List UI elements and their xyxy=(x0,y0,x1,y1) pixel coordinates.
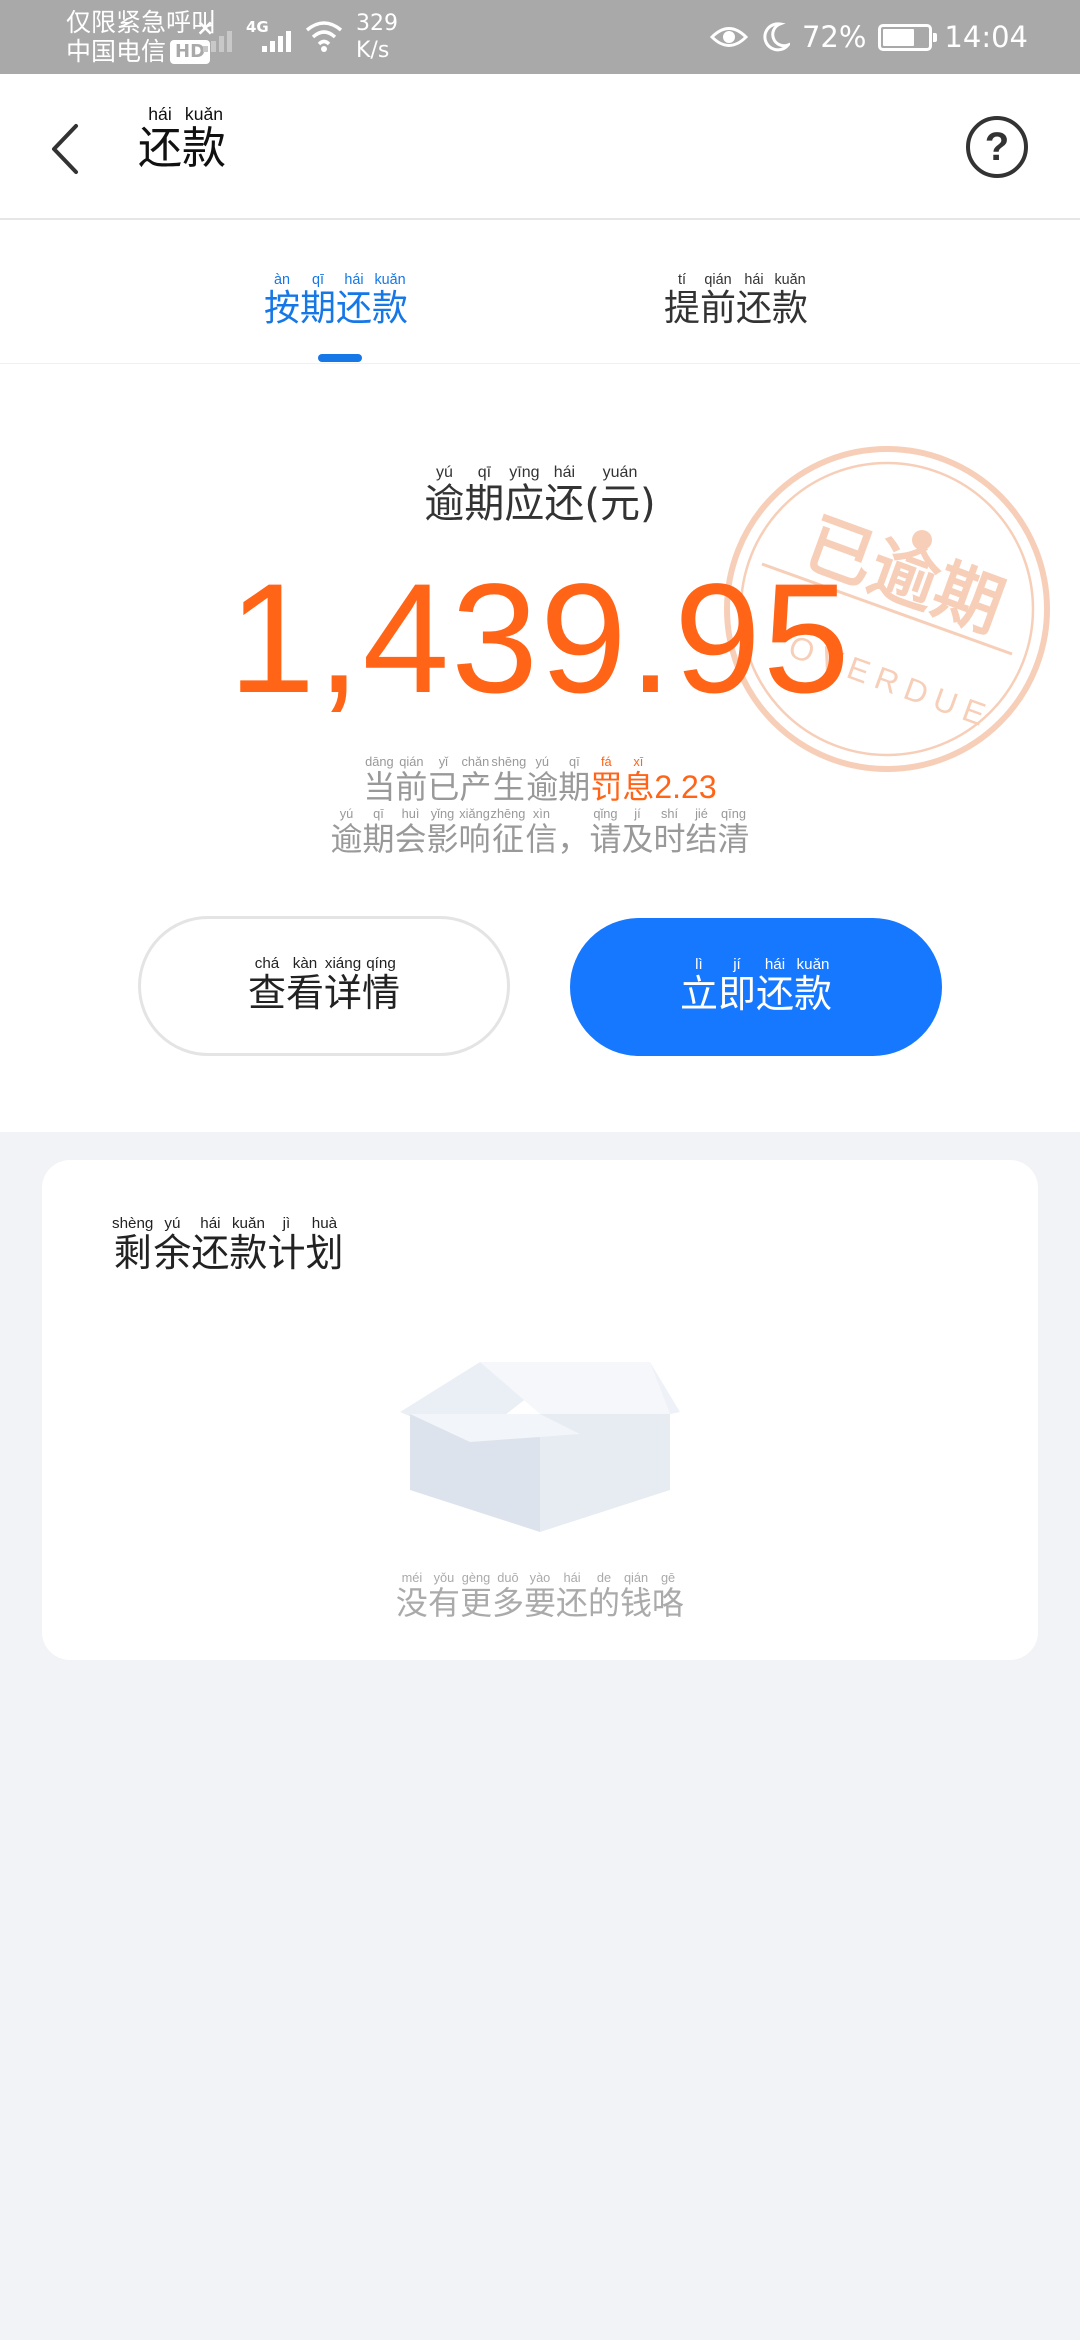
speed-value: 329 xyxy=(356,11,398,36)
speed-unit: K/s xyxy=(356,38,390,63)
network-speed: 329 K/s xyxy=(356,10,398,64)
status-bar: 仅限紧急呼叫 中国电信 HD × 4G 329 K/s 72% 14:04 xyxy=(0,0,1080,74)
penalty-word: 罚fá息xī xyxy=(590,754,655,806)
signal-icon xyxy=(203,31,232,52)
credit-warning: 逾yú期qī会huì影yǐng响xiǎng征zhēng信xìn，请qǐng及jí… xyxy=(330,806,750,858)
penalty-amount: 2.23 xyxy=(654,769,717,805)
app-header: 还hái款kuǎn ? xyxy=(0,74,1080,220)
signal-icon xyxy=(262,31,291,52)
chevron-left-icon[interactable] xyxy=(40,114,100,184)
overdue-summary: 已逾期 OVERDUE 逾yú期qī应yīng还hái(元yuán) 1,439… xyxy=(0,364,1080,1132)
overdue-amount: 1,439.95 xyxy=(228,552,852,726)
tab-installment-repayment[interactable]: 按àn期qī还hái款kuǎn xyxy=(264,272,408,331)
empty-plan-text: 没méi有yǒu更gèng多duō要yào还hái的de钱qián咯gē xyxy=(395,1570,685,1622)
help-circle-icon[interactable]: ? xyxy=(966,116,1028,178)
empty-box-icon xyxy=(400,1362,680,1532)
eye-icon xyxy=(709,27,748,47)
moon-icon xyxy=(763,22,790,52)
battery-percent: 72% xyxy=(801,20,867,54)
plan-title: 剩shèng余yú还hái款kuǎn计jì划huà xyxy=(112,1215,344,1275)
tab-active-indicator xyxy=(318,354,362,362)
carrier-info: 仅限紧急呼叫 中国电信 HD xyxy=(66,8,216,66)
repay-now-label: 立lì即jí还hái款kuǎn xyxy=(679,955,833,1016)
remaining-plan-card: 剩shèng余yú还hái款kuǎn计jì划huà 没méi有yǒu更gèng多… xyxy=(42,1160,1038,1660)
clock: 14:04 xyxy=(944,20,1028,54)
penalty-info: 当dāng前qián已yǐ产chǎn生shēng逾yú期qī罚fá息xī2.23 xyxy=(0,754,1080,808)
overdue-due-label: 逾yú期qī应yīng还hái(元yuán) xyxy=(424,464,656,527)
view-details-button[interactable]: 查chá看kàn详xiáng情qíng xyxy=(138,916,510,1056)
wifi-icon xyxy=(305,21,343,52)
battery-icon xyxy=(878,23,938,51)
penalty-prefix: 当dāng前qián已yǐ产chǎn生shēng逾yú期qī xyxy=(363,754,591,806)
view-details-label: 查chá看kàn详xiáng情qíng xyxy=(247,954,401,1015)
carrier-emergency-text: 仅限紧急呼叫 xyxy=(66,8,217,37)
tab-bar: 按àn期qī还hái款kuǎn 提tí前qián还hái款kuǎn xyxy=(0,220,1080,364)
repay-now-button[interactable]: 立lì即jí还hái款kuǎn xyxy=(570,918,942,1056)
page-title: 还hái款kuǎn xyxy=(138,104,226,174)
carrier-name: 中国电信 xyxy=(66,37,167,66)
tab-early-repayment[interactable]: 提tí前qián还hái款kuǎn xyxy=(664,272,808,331)
